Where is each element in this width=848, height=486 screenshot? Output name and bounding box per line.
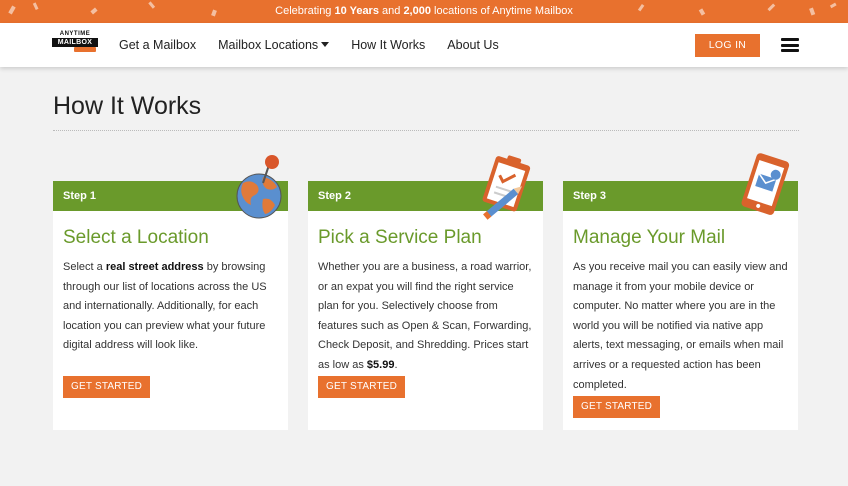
step-text-bold: real street address xyxy=(105,261,204,273)
step-title: Select a Location xyxy=(63,227,209,248)
menu-icon-line xyxy=(781,43,799,47)
nav-about-us[interactable]: About Us xyxy=(447,38,498,52)
step-text-bold: $5.99 xyxy=(366,358,395,371)
get-started-button[interactable]: GET STARTED xyxy=(573,396,661,418)
step-text-post: by browsing through our list of location… xyxy=(63,261,267,352)
nav-mailbox-locations-label: Mailbox Locations xyxy=(218,38,319,52)
tablet-mail-icon xyxy=(741,153,790,215)
step-text-pre: Whether you are a business, a road warri… xyxy=(318,261,532,371)
nav-mailbox-locations[interactable]: Mailbox Locations xyxy=(218,38,330,52)
menu-icon[interactable] xyxy=(781,38,799,52)
page-title: How It Works xyxy=(53,92,202,120)
promo-suffix: locations of Anytime Mailbox xyxy=(430,5,573,17)
step-text-pre: Select a xyxy=(63,261,106,273)
title-divider xyxy=(53,130,799,131)
promo-locations: 2,000 xyxy=(403,5,431,17)
login-button[interactable]: LOG IN xyxy=(695,34,760,57)
step-card-3: Step 3 Manage Your Mail As you receive m… xyxy=(563,181,798,430)
clipboard-pencil-icon xyxy=(482,155,531,220)
get-started-button[interactable]: GET STARTED xyxy=(318,376,406,398)
chevron-down-icon xyxy=(321,42,330,47)
promo-mid: and xyxy=(378,5,404,17)
nav-links: Get a Mailbox Mailbox Locations How It W… xyxy=(119,23,521,67)
logo-line1: ANYTIME xyxy=(59,31,91,37)
step-text-pre: As you receive mail you can easily view … xyxy=(573,261,788,391)
anytime-mailbox-logo[interactable]: ANYTIME MAILBOX xyxy=(52,31,98,59)
globe-pin-icon xyxy=(236,155,282,219)
logo-accent xyxy=(74,47,96,52)
logo-line2: MAILBOX xyxy=(52,38,98,47)
promo-banner: Celebrating 10 Years and 2,000 locations… xyxy=(0,0,848,23)
step-title: Pick a Service Plan xyxy=(318,227,482,248)
step-text-post: . xyxy=(394,358,398,371)
step-description: Whether you are a business, a road warri… xyxy=(318,258,533,376)
get-started-button[interactable]: GET STARTED xyxy=(63,376,151,398)
menu-icon-line xyxy=(781,38,799,41)
step-title: Manage Your Mail xyxy=(573,227,726,248)
main-nav: ANYTIME MAILBOX Get a Mailbox Mailbox Lo… xyxy=(0,23,848,67)
promo-years: 10 Years xyxy=(334,5,379,17)
step-description: Select a real street address by browsing… xyxy=(63,258,278,356)
menu-icon-line xyxy=(781,49,799,52)
nav-get-a-mailbox[interactable]: Get a Mailbox xyxy=(119,38,196,52)
step-description: As you receive mail you can easily view … xyxy=(573,258,788,395)
promo-prefix: Celebrating xyxy=(275,5,335,17)
nav-how-it-works[interactable]: How It Works xyxy=(351,38,425,52)
